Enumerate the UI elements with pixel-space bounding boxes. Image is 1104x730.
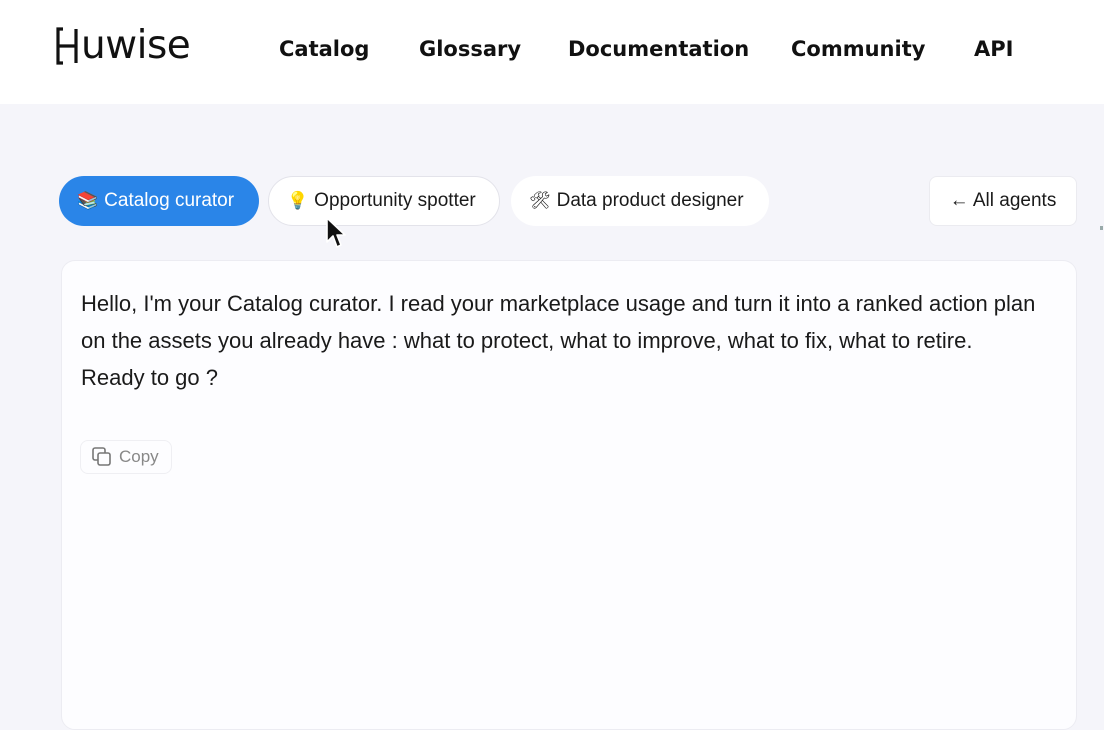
tab-label: Data product designer [556, 190, 744, 211]
nav-community[interactable]: Community [791, 34, 925, 64]
mouse-pointer-icon [326, 217, 346, 248]
tab-label: Opportunity spotter [314, 190, 476, 211]
books-icon: 📚 [77, 191, 99, 211]
nav-documentation[interactable]: Documentation [568, 34, 749, 64]
nav-catalog[interactable]: Catalog [279, 34, 369, 64]
logo-text: uwise [81, 23, 191, 68]
tab-label: Catalog curator [104, 190, 235, 211]
chat-panel: Hello, I'm your Catalog curator. I read … [61, 260, 1077, 730]
message-paragraph: Ready to go ? [81, 365, 218, 390]
scroll-indicator [1100, 226, 1103, 230]
tab-catalog-curator[interactable]: 📚 Catalog curator [59, 176, 259, 226]
nav-api[interactable]: API [974, 34, 1013, 64]
top-header: uwise Catalog Glossary Documentation Com… [0, 0, 1104, 104]
nav-glossary[interactable]: Glossary [419, 34, 521, 64]
huwise-logo[interactable]: uwise [55, 23, 191, 68]
all-agents-button[interactable]: ← All agents [929, 176, 1077, 226]
bracket-h-logo-icon [56, 27, 78, 65]
tools-icon: 🛠 [529, 191, 551, 211]
tab-data-product-designer[interactable]: 🛠 Data product designer [511, 176, 769, 226]
assistant-message: Hello, I'm your Catalog curator. I read … [81, 285, 1061, 396]
copy-icon [92, 447, 111, 466]
copy-button[interactable]: Copy [80, 440, 172, 474]
message-paragraph: Hello, I'm your Catalog curator. I read … [81, 291, 1036, 353]
lightbulb-icon: 💡 [287, 191, 309, 211]
tab-opportunity-spotter[interactable]: 💡 Opportunity spotter [268, 176, 500, 226]
copy-label: Copy [119, 447, 159, 466]
